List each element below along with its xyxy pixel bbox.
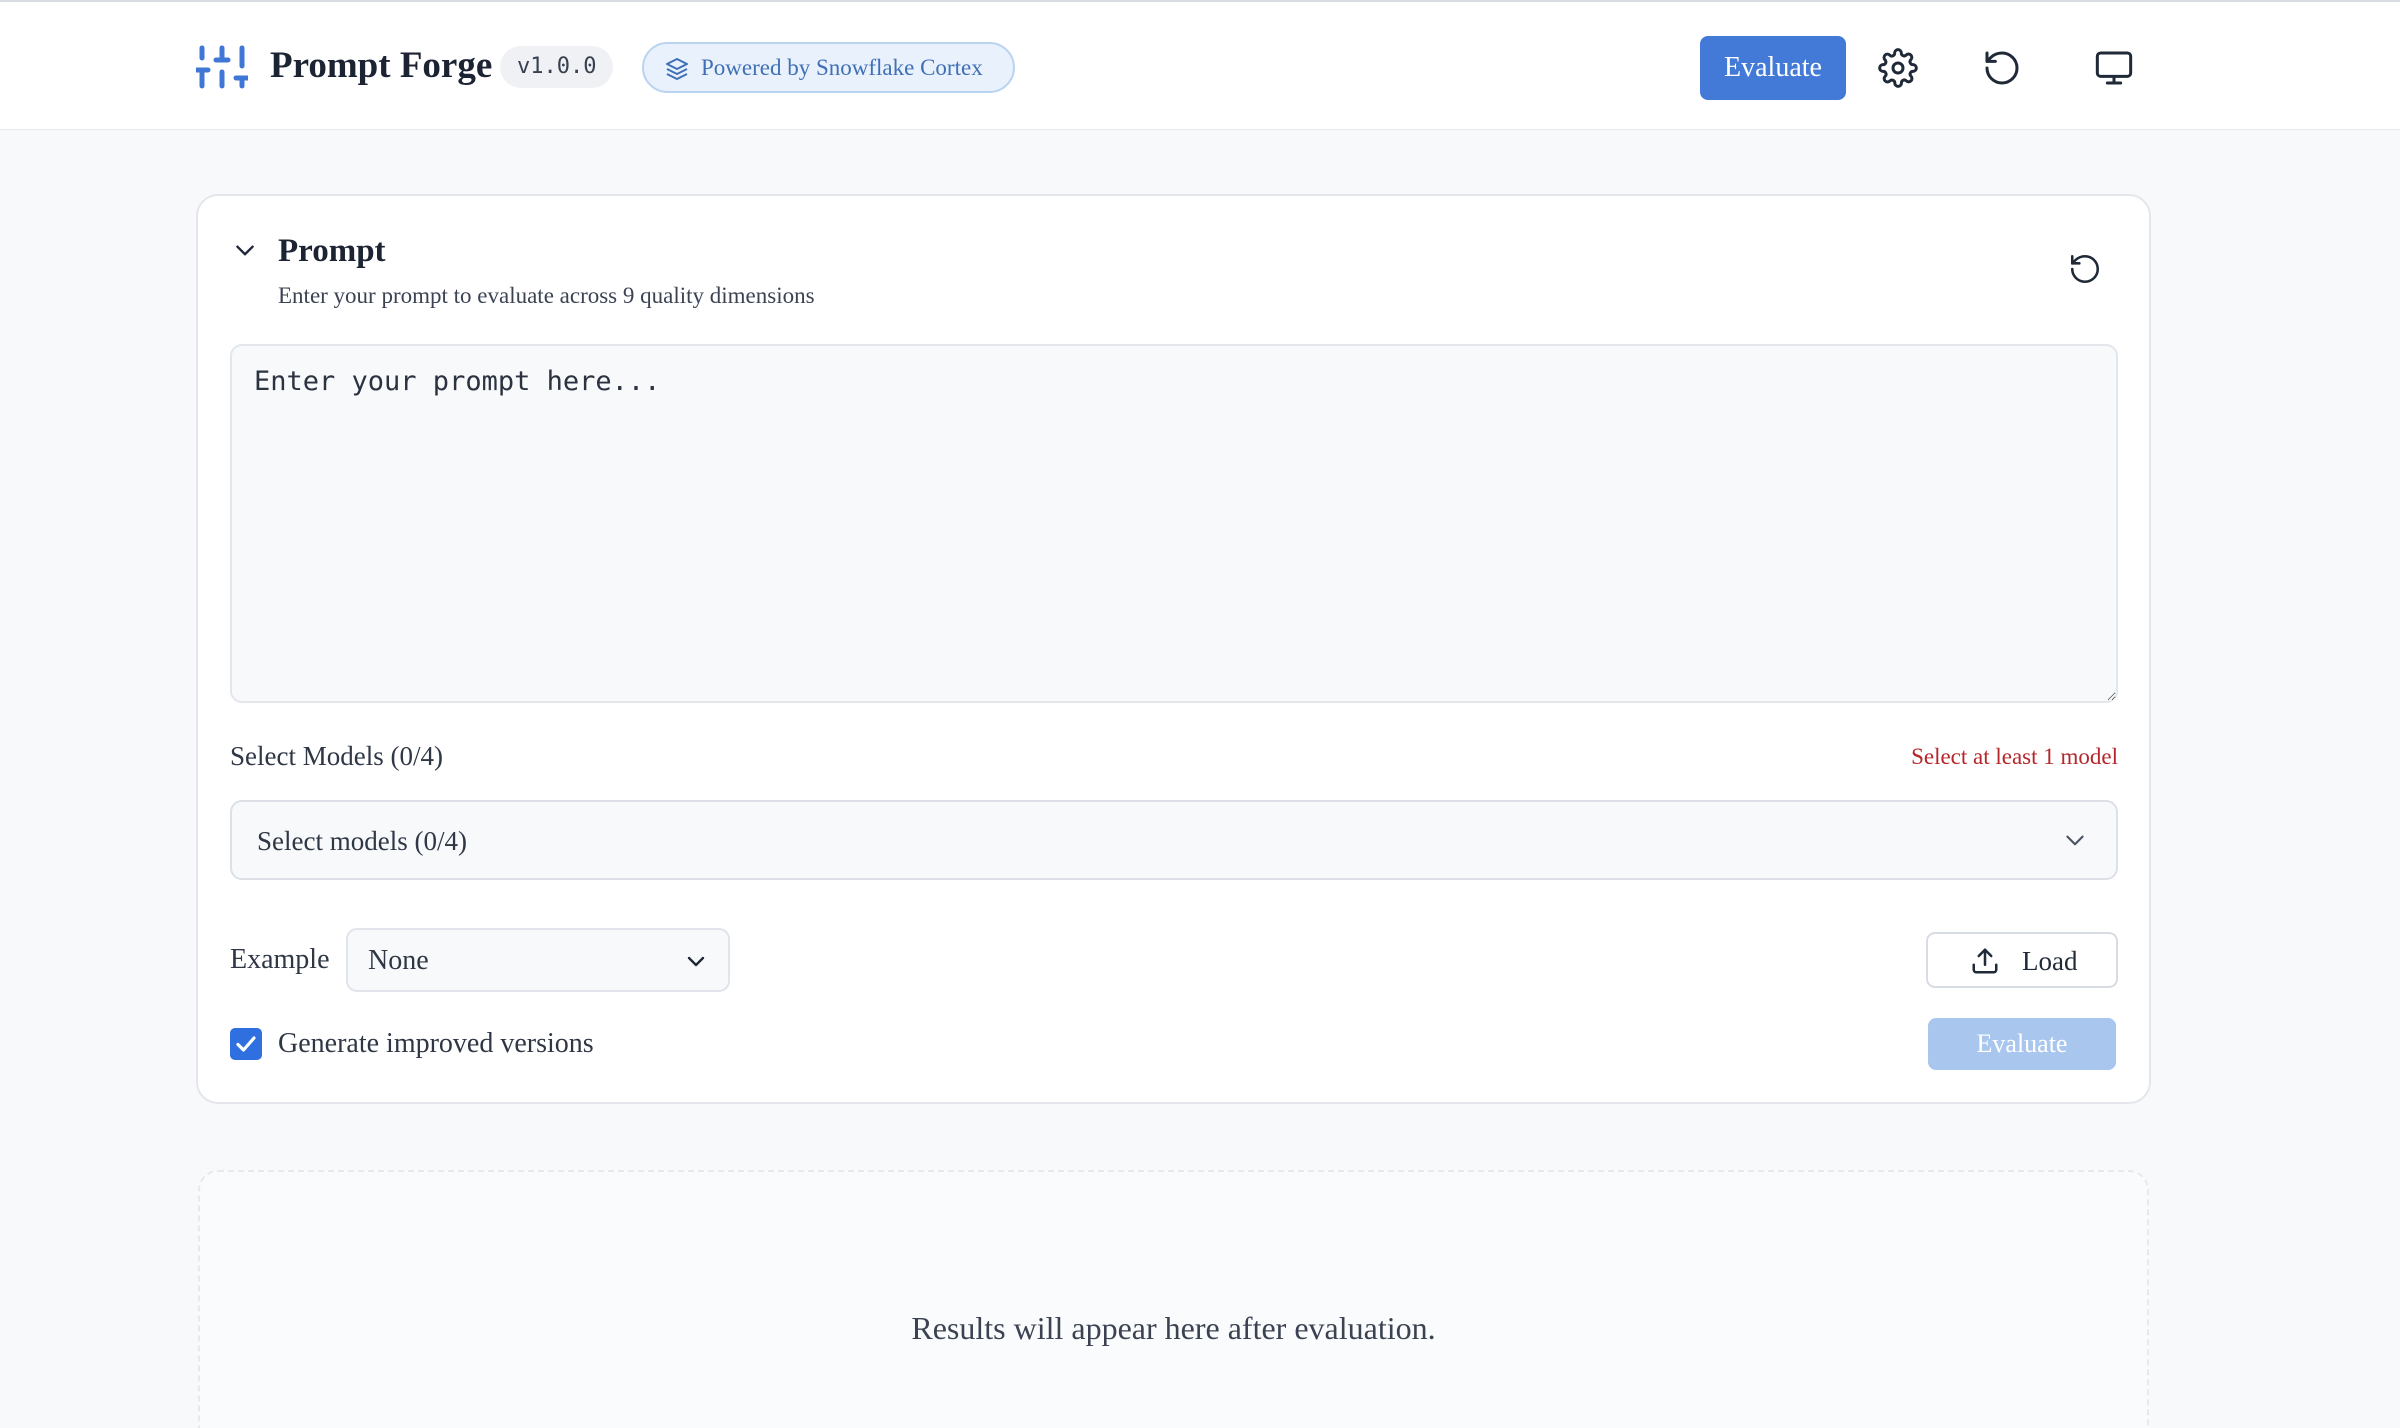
layers-icon (666, 58, 688, 80)
app-title: Prompt Forge (270, 45, 493, 86)
section-title: Prompt (278, 233, 386, 269)
chevron-down-icon[interactable] (232, 238, 258, 264)
app-header: Prompt Forge v1.0.0 Powered by Snowflake… (0, 2, 2400, 130)
example-label: Example (230, 944, 330, 975)
models-select[interactable]: Select models (0/4) (230, 800, 2118, 880)
results-placeholder: Results will appear here after evaluatio… (911, 1310, 1436, 1346)
version-badge: v1.0.0 (500, 46, 614, 88)
models-error-text: Select at least 1 model (1911, 744, 2118, 769)
gear-icon[interactable] (1878, 48, 1918, 88)
results-panel (198, 1170, 2149, 1428)
monitor-icon[interactable] (2094, 48, 2134, 88)
refresh-icon[interactable] (1982, 48, 2022, 88)
prompt-input[interactable] (230, 344, 2118, 703)
models-label: Select Models (0/4) (230, 741, 443, 771)
reset-prompt-icon[interactable] (2068, 252, 2102, 286)
evaluate-button[interactable]: Evaluate (1928, 1018, 2116, 1070)
upload-icon (1972, 948, 1998, 974)
chevron-down-icon (687, 956, 705, 967)
models-select-value: Select models (0/4) (257, 826, 467, 856)
load-button[interactable]: Load (1926, 932, 2118, 988)
section-subtitle: Enter your prompt to evaluate across 9 q… (278, 283, 815, 308)
example-select[interactable]: None (346, 928, 730, 992)
sliders-icon (196, 45, 248, 89)
improve-checkbox-label[interactable]: Generate improved versions (278, 1024, 594, 1064)
improve-checkbox[interactable] (230, 1028, 262, 1060)
header-evaluate-button[interactable]: Evaluate (1700, 36, 1846, 100)
chevron-down-icon (2066, 835, 2084, 846)
powered-by-text: Powered by Snowflake Cortex (701, 55, 983, 80)
powered-by-badge: Powered by Snowflake Cortex (642, 42, 1015, 93)
load-button-label: Load (2022, 946, 2078, 976)
checkmark-icon (236, 1036, 256, 1052)
example-select-value: None (368, 945, 429, 976)
